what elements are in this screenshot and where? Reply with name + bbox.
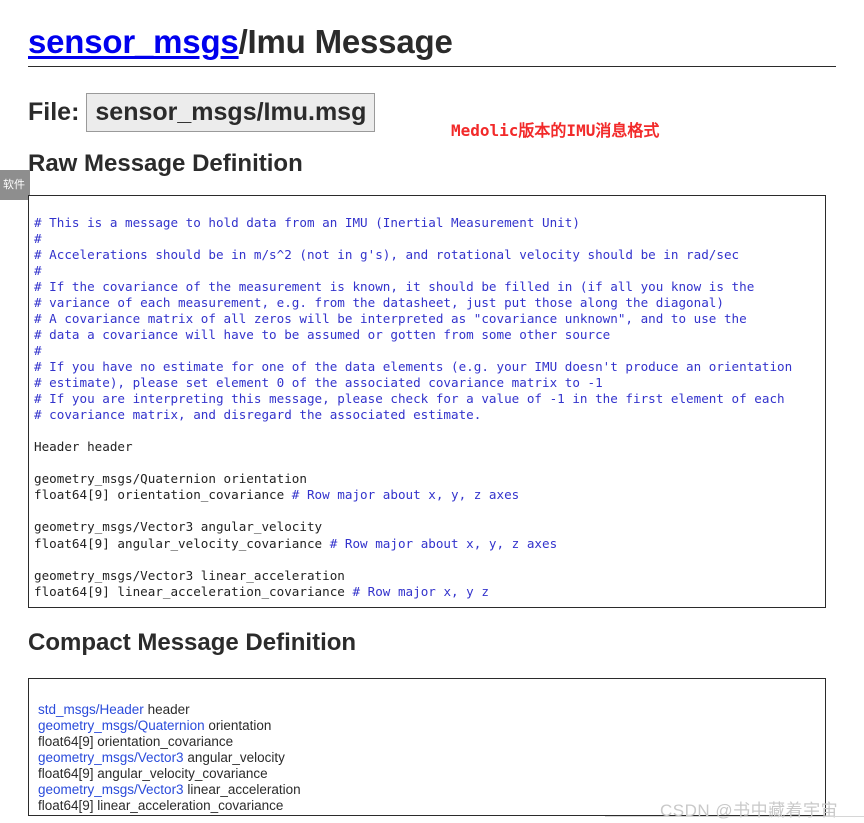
raw-message-definition-heading: Raw Message Definition (28, 150, 303, 177)
compact-field-name: orientation (204, 717, 272, 733)
file-label: File: (28, 98, 80, 126)
page-title: sensor_msgs/Imu Message (28, 22, 828, 62)
raw-code-comment: # If the covariance of the measurement i… (34, 278, 755, 294)
raw-code-comment: # data a covariance will have to be assu… (34, 326, 611, 342)
raw-code-field: float64[9] linear_acceleration_covarianc… (34, 583, 353, 599)
raw-code-comment: # (34, 262, 42, 278)
compact-code-line: float64[9] angular_velocity_covariance (38, 766, 268, 781)
csdn-watermark: CSDN @书中藏着宇宙 (660, 801, 839, 820)
raw-message-definition-code: # This is a message to hold data from an… (34, 215, 864, 600)
compact-field-name: float64[9] orientation_covariance (38, 733, 234, 749)
raw-code-line: float64[9] angular_velocity_covariance #… (34, 536, 557, 551)
raw-code-line: geometry_msgs/Vector3 angular_velocity (34, 519, 322, 534)
raw-code-field: float64[9] angular_velocity_covariance (34, 535, 330, 551)
raw-code-line: # estimate), please set element 0 of the… (34, 375, 603, 390)
raw-code-line: # data a covariance will have to be assu… (34, 327, 610, 342)
compact-type-link[interactable]: std_msgs/Header (38, 702, 144, 717)
raw-code-comment: # Row major about x, y, z axes (329, 535, 558, 551)
compact-field-name: linear_acceleration (183, 781, 301, 797)
raw-code-line: # A covariance matrix of all zeros will … (34, 311, 747, 326)
compact-code-line: geometry_msgs/Quaternion orientation (38, 718, 271, 733)
raw-code-line: float64[9] orientation_covariance # Row … (34, 487, 519, 502)
raw-code-line: # Accelerations should be in m/s^2 (not … (34, 247, 739, 262)
raw-code-line: float64[9] linear_acceleration_covarianc… (34, 584, 489, 599)
raw-code-comment: # (34, 230, 42, 246)
raw-code-line: Header header (34, 439, 133, 454)
compact-code-line: geometry_msgs/Vector3 linear_acceleratio… (38, 782, 301, 797)
compact-field-name: float64[9] linear_acceleration_covarianc… (38, 797, 284, 813)
raw-code-comment: # estimate), please set element 0 of the… (34, 375, 603, 391)
title-divider (28, 66, 836, 67)
raw-code-comment: # This is a message to hold data from an… (34, 214, 580, 230)
raw-code-line: # variance of each measurement, e.g. fro… (34, 295, 724, 310)
raw-code-comment: # If you are interpreting this message, … (34, 391, 785, 407)
compact-message-definition-code: std_msgs/Header header geometry_msgs/Qua… (38, 702, 301, 814)
raw-code-comment: # Row major x, y z (352, 583, 489, 599)
compact-field-name: header (143, 701, 190, 717)
compact-type-link[interactable]: geometry_msgs/Quaternion (38, 718, 205, 733)
compact-code-line: float64[9] linear_acceleration_covarianc… (38, 798, 283, 813)
raw-code-line: # (34, 263, 42, 278)
watermark-divider (605, 816, 864, 817)
raw-code-field: float64[9] orientation_covariance (34, 487, 292, 503)
compact-field-name: float64[9] angular_velocity_covariance (38, 765, 268, 781)
compact-type-link[interactable]: geometry_msgs/Vector3 (38, 782, 184, 797)
raw-code-line: # If the covariance of the measurement i… (34, 279, 754, 294)
raw-code-line: # (34, 231, 42, 246)
raw-code-comment: # Accelerations should be in m/s^2 (not … (34, 246, 740, 262)
compact-field-name: angular_velocity (183, 749, 285, 765)
raw-code-line: # If you have no estimate for one of the… (34, 359, 792, 374)
raw-code-comment: # A covariance matrix of all zeros will … (34, 310, 747, 326)
raw-code-line: geometry_msgs/Quaternion orientation (34, 471, 307, 486)
raw-code-comment: # variance of each measurement, e.g. fro… (34, 294, 724, 310)
raw-code-comment: # covariance matrix, and disregard the a… (34, 407, 482, 423)
raw-code-line: # If you are interpreting this message, … (34, 391, 785, 406)
raw-code-comment: # If you have no estimate for one of the… (34, 359, 793, 375)
file-row: File: sensor_msgs/Imu.msg (28, 93, 376, 132)
raw-code-line: # covariance matrix, and disregard the a… (34, 407, 481, 422)
compact-message-definition-heading: Compact Message Definition (28, 629, 357, 656)
raw-code-line: # This is a message to hold data from an… (34, 215, 580, 230)
compact-type-link[interactable]: geometry_msgs/Vector3 (38, 750, 184, 765)
raw-code-comment: # Row major about x, y, z axes (291, 487, 520, 503)
raw-code-comment: # (34, 342, 42, 358)
raw-code-field: geometry_msgs/Quaternion orientation (34, 471, 307, 487)
compact-code-line: std_msgs/Header header (38, 702, 190, 717)
raw-code-field: geometry_msgs/Vector3 angular_velocity (34, 519, 323, 535)
compact-code-line: geometry_msgs/Vector3 angular_velocity (38, 750, 285, 765)
page-title-suffix: /Imu Message (238, 23, 453, 60)
compact-code-line: float64[9] orientation_covariance (38, 734, 233, 749)
page-title-package-link[interactable]: sensor_msgs (28, 23, 239, 60)
file-path-value: sensor_msgs/Imu.msg (86, 93, 376, 132)
raw-code-line: # (34, 343, 42, 358)
left-edge-tab[interactable]: 软件 (0, 170, 30, 200)
red-annotation-note: Medolic版本的IMU消息格式 (451, 121, 660, 140)
raw-code-line: geometry_msgs/Vector3 linear_acceleratio… (34, 568, 345, 583)
raw-code-field: Header header (34, 439, 133, 455)
raw-code-field: geometry_msgs/Vector3 linear_acceleratio… (34, 567, 345, 583)
